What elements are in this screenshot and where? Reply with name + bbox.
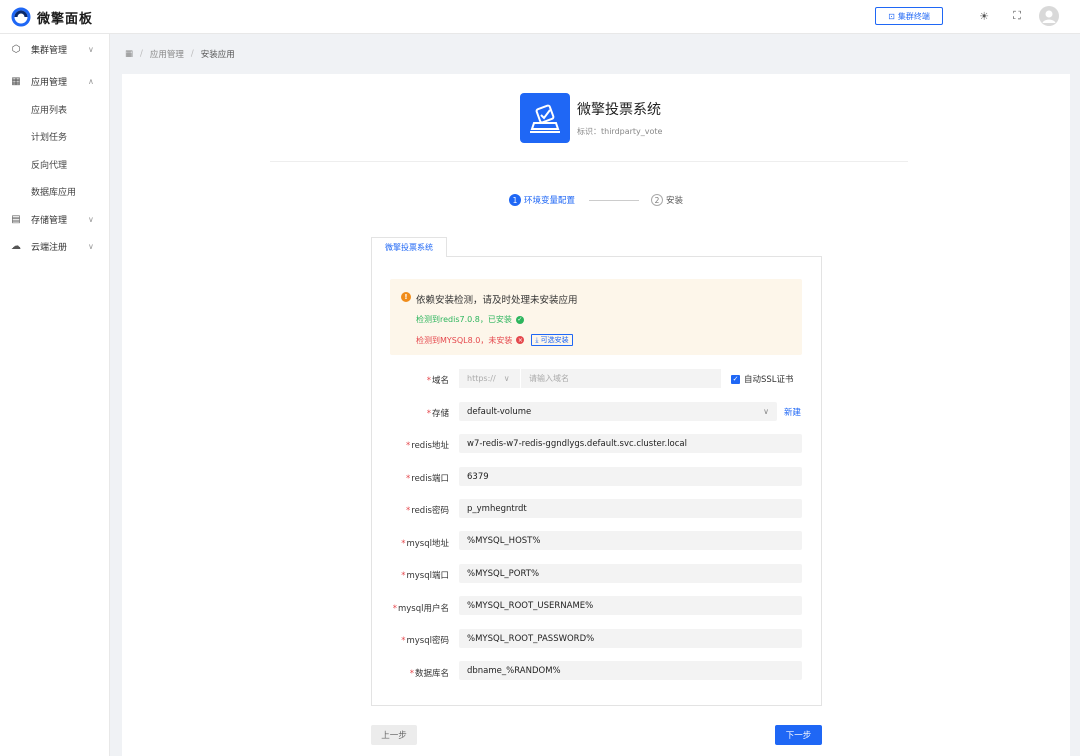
app-logo-icon [520,93,570,143]
redis-port-label: *redis端口 [406,474,449,484]
storage-icon: ▤ [11,214,21,225]
sidebar-item-label: 应用管理 [31,78,68,88]
step-env-config: 1 环境变量配置 [509,194,575,206]
redis-host-label: *redis地址 [406,441,449,451]
mysql-password-label: *mysql密码 [401,636,449,646]
status-text: 检测到redis7.0.8，已安装 [416,315,512,324]
apps-grid-icon: ▦ [11,76,21,87]
chevron-down-icon: ∨ [88,242,94,251]
mysql-username-input[interactable]: %MYSQL_ROOT_USERNAME% [459,596,802,615]
chevron-down-icon: ∨ [88,45,94,54]
checkbox-checked-icon: ✓ [731,374,740,384]
top-bar: 微擎面板 ⊡ 集群终端 ☀ ⛶ [0,0,1080,34]
redis-password-label: *redis密码 [406,506,449,516]
breadcrumb-current: 安装应用 [200,50,235,60]
breadcrumb: ▦ / 应用管理 / 安装应用 [125,48,235,60]
sidebar-subitem-scheduled-tasks[interactable]: 计划任务 [0,123,110,150]
storage-label: *存储 [426,409,449,419]
sidebar-item-storage[interactable]: ▤ 存储管理 ∨ [0,206,110,233]
sidebar-item-label: 云端注册 [31,243,68,253]
chevron-up-icon: ∧ [88,77,94,86]
cube-icon: ⬡ [11,44,21,55]
brand-logo[interactable]: 微擎面板 [11,7,93,27]
new-storage-link[interactable]: 新建 [784,406,801,418]
step-number: 2 [651,194,663,206]
mysql-port-label: *mysql端口 [401,571,449,581]
next-step-button[interactable]: 下一步 [775,725,822,745]
chevron-down-icon: ∨ [763,407,769,416]
sidebar-item-cluster[interactable]: ⬡ 集群管理 ∨ [0,36,110,63]
protocol-value: https:// [467,374,496,383]
cluster-terminal-label: 集群终端 [897,11,930,21]
sidebar-subitem-label: 计划任务 [31,133,68,143]
step-connector [589,200,639,201]
sidebar-subitem-database-apps[interactable]: 数据库应用 [0,178,110,205]
sidebar-item-label: 集群管理 [31,46,68,56]
app-title: 微擎投票系统 [577,102,661,118]
breadcrumb-separator: / [140,49,143,59]
mysql-host-label: *mysql地址 [401,539,449,549]
sidebar-subitem-label: 数据库应用 [31,188,77,198]
optional-install-button[interactable]: ⤓ 可选安装 [531,334,573,346]
mysql-host-input[interactable]: %MYSQL_HOST% [459,531,802,550]
tab-app[interactable]: 微擎投票系统 [371,237,447,257]
sidebar-subitem-reverse-proxy[interactable]: 反向代理 [0,151,110,178]
sidebar-item-cloud-register[interactable]: ☁ 云端注册 ∨ [0,233,110,260]
terminal-icon: ⊡ [888,11,895,21]
error-circle-icon: × [516,336,525,344]
storage-select[interactable]: default-volume ∨ [459,402,777,421]
domain-input[interactable]: 请输入域名 [521,369,721,388]
optional-install-label: 可选安装 [540,336,569,344]
status-text: 检测到MYSQL8.0，未安装 [416,335,513,345]
cloud-icon: ☁ [11,241,21,252]
redis-password-input[interactable]: p_ymhegntrdt [459,499,802,518]
domain-label: *域名 [426,376,449,386]
sidebar-subitem-app-list[interactable]: 应用列表 [0,96,110,123]
auto-ssl-label: 自动SSL证书 [744,375,794,385]
sidebar-subitem-label: 反向代理 [31,161,68,171]
warning-icon: ! [401,292,411,302]
protocol-select[interactable]: https:// ∨ [459,369,521,388]
redis-host-input[interactable]: w7-redis-w7-redis-ggndlygs.default.svc.c… [459,434,802,453]
auto-ssl-checkbox[interactable]: ✓ 自动SSL证书 [731,373,794,385]
breadcrumb-parent[interactable]: 应用管理 [150,48,184,60]
alert-title: 依赖安装检测，请及时处理未安装应用 [416,295,578,306]
cluster-terminal-button[interactable]: ⊡ 集群终端 [875,7,943,25]
redis-port-input[interactable]: 6379 [459,467,802,486]
sun-icon[interactable]: ☀ [977,9,991,23]
chevron-down-icon: ∨ [503,374,510,383]
brand-name: 微擎面板 [37,11,94,27]
step-label: 环境变量配置 [524,196,576,206]
sidebar-item-apps[interactable]: ▦ 应用管理 ∧ [0,68,110,95]
user-avatar-icon[interactable] [1039,6,1059,26]
breadcrumb-separator: / [190,49,194,59]
check-circle-icon: ✓ [515,315,524,324]
dependency-redis-status: 检测到redis7.0.8，已安装 ✓ [416,314,524,325]
database-name-label: *数据库名 [409,669,449,679]
brand-logo-icon [11,7,31,27]
sidebar-subitem-label: 应用列表 [31,106,68,116]
fullscreen-icon[interactable]: ⛶ [1010,9,1024,23]
mysql-username-label: *mysql用户名 [392,604,449,614]
storage-value: default-volume [467,406,532,417]
domain-placeholder: 请输入域名 [529,374,569,383]
grid-home-icon[interactable]: ▦ [125,49,133,59]
database-name-input[interactable]: dbname_%RANDOM% [459,661,802,680]
chevron-down-icon: ∨ [88,215,94,224]
step-label: 安装 [666,196,684,206]
divider [270,161,908,162]
sidebar-item-label: 存储管理 [31,216,68,226]
step-install: 2 安装 [651,194,683,206]
prev-step-button[interactable]: 上一步 [371,725,417,745]
step-number: 1 [509,194,521,206]
dependency-mysql-status: 检测到MYSQL8.0，未安装 × ⤓ 可选安装 [416,334,573,346]
app-identifier: 标识：thirdparty_vote [577,127,663,136]
mysql-port-input[interactable]: %MYSQL_PORT% [459,564,802,583]
mysql-password-input[interactable]: %MYSQL_ROOT_PASSWORD% [459,629,802,648]
